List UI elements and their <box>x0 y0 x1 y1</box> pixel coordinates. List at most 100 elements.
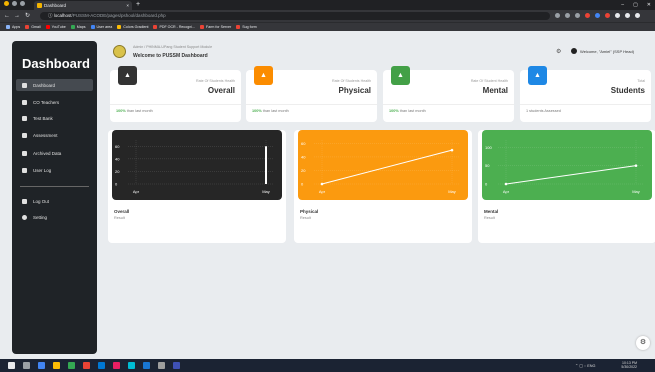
overall-chart: 0 20 40 60 Apr May <box>115 140 274 194</box>
bookmark-item[interactable]: YouTube <box>45 25 66 29</box>
sidebar-item-label: CO Teachers <box>33 99 60 105</box>
chart-bar <box>265 146 267 184</box>
chrome-icon[interactable] <box>83 362 90 369</box>
close-tab-icon[interactable]: × <box>126 1 129 10</box>
puzzle-icon[interactable] <box>615 13 620 18</box>
bookmark-item[interactable]: Apps <box>6 25 20 29</box>
chart-title: Physical <box>300 209 319 214</box>
sidebar-item-dashboard[interactable]: Dashboard <box>16 79 93 91</box>
sidebar-item-setting[interactable]: Setting <box>16 211 93 223</box>
bookmark-item[interactable]: User area <box>90 25 112 29</box>
url-path: /PUSSM-ACODE/pages/pshool/dashboard.php <box>71 13 166 18</box>
back-icon[interactable]: ← <box>4 12 10 20</box>
breadcrumb-home[interactable]: Admin <box>133 45 143 49</box>
new-tab-icon[interactable]: + <box>136 1 140 9</box>
sidebar-item-test-bank[interactable]: Test Bank <box>16 112 93 124</box>
refresh-icon[interactable] <box>20 1 25 6</box>
settings-gear-icon[interactable]: ⚙ <box>556 48 561 55</box>
sidebar-item-archived-data[interactable]: Archived Data <box>16 147 93 159</box>
address-bar-row: ← → ↻ ⓘ localhost/PUSSM-ACODE/pages/psho… <box>0 10 655 22</box>
sidebar-item-co-teachers[interactable]: CO Teachers <box>16 96 93 108</box>
y-tick-label: 40 <box>115 156 120 161</box>
top-navbar: Admin / PHINMA-UPang Student Support Mod… <box>108 41 653 63</box>
browser-menu-icon[interactable] <box>4 1 9 6</box>
chart-subtitle: Result <box>300 216 311 220</box>
windows-start-icon[interactable] <box>8 362 15 369</box>
app-icon[interactable] <box>158 362 165 369</box>
share-icon[interactable] <box>555 13 560 18</box>
stat-footer-text: 1 students Assessed <box>526 109 561 113</box>
close-window-icon[interactable]: ✕ <box>647 0 651 10</box>
app-icon[interactable] <box>143 362 150 369</box>
stat-footer: 1 students Assessed <box>526 109 561 113</box>
reload-icon[interactable]: ↻ <box>25 12 30 20</box>
search-icon[interactable] <box>23 362 30 369</box>
browser-tab[interactable]: Dashboard × <box>34 1 132 10</box>
browser-tab-bar: Dashboard × + – ▢ ✕ <box>0 0 655 10</box>
bookmark-label: Gmail <box>31 25 41 29</box>
app-icon[interactable] <box>113 362 120 369</box>
extension-red2-icon[interactable] <box>605 13 610 18</box>
app-icon[interactable] <box>68 362 75 369</box>
bookmark-item[interactable]: Farm for Server <box>200 25 231 29</box>
kebab-menu-icon[interactable] <box>635 13 640 18</box>
user-icon <box>22 167 27 173</box>
maximize-icon[interactable]: ▢ <box>633 0 638 10</box>
stat-footer: 100% than last month <box>252 109 289 113</box>
divider <box>383 104 514 105</box>
person-icon: ▲ <box>391 66 410 85</box>
bookmark-item[interactable]: Maps <box>70 25 86 29</box>
minimize-icon[interactable]: – <box>621 0 624 10</box>
sidebar-item-user-log[interactable]: User Log <box>16 164 93 176</box>
bookmark-item[interactable]: PDF OCR - Recogni... <box>153 25 195 29</box>
physical-chart: 0 20 40 60 Apr May <box>301 140 460 194</box>
forward-icon[interactable]: → <box>14 12 20 20</box>
zoom-icon[interactable] <box>565 13 570 18</box>
tab-favicon-icon <box>37 3 42 8</box>
person-icon: ▲ <box>528 66 547 85</box>
window-controls <box>4 1 25 6</box>
x-tick-label: May <box>632 189 640 194</box>
extension-red-icon[interactable] <box>585 13 590 18</box>
file-explorer-icon[interactable] <box>53 362 60 369</box>
stat-percent: 100% <box>116 109 126 113</box>
star-icon[interactable] <box>575 13 580 18</box>
bookmark-item[interactable]: Colors Gradient <box>117 25 148 29</box>
person-icon: ▲ <box>118 66 137 85</box>
chart-point <box>450 148 454 152</box>
stat-footer-text: than last month <box>399 109 426 113</box>
stat-label: Rate Of Student Health <box>470 79 508 83</box>
system-tray-icons[interactable]: ⌃ ▢ ◌ ENG <box>575 363 595 368</box>
chart-series-line <box>321 149 453 185</box>
app-icon[interactable] <box>173 362 180 369</box>
stat-card-overall: ▲ Rate Of Students Health Overall 100% t… <box>110 66 241 122</box>
user-menu[interactable]: Welcome, "Amiel" (SSP Head) <box>571 48 634 54</box>
stat-value: Physical <box>338 86 371 95</box>
sidebar-item-log-out[interactable]: Log Out <box>16 195 93 207</box>
settings-icon[interactable] <box>12 1 17 6</box>
app-icon[interactable] <box>128 362 135 369</box>
app-icon[interactable] <box>98 362 105 369</box>
url-input[interactable]: ⓘ localhost/PUSSM-ACODE/pages/pshool/das… <box>40 12 550 20</box>
mental-chart: 0 50 100 Apr May <box>485 140 644 194</box>
teachers-icon <box>22 99 27 105</box>
user-welcome: Welcome, "Amiel" (SSP Head) <box>580 48 635 54</box>
bookmark-label: Sug form <box>242 25 257 29</box>
floating-settings-button[interactable]: ⚙ <box>636 336 650 350</box>
app-icon[interactable] <box>38 362 45 369</box>
sidebar-brand[interactable]: Dashboard <box>22 56 90 71</box>
y-tick-label: 60 <box>301 141 306 146</box>
bookmark-favicon-icon <box>6 25 10 29</box>
chart-point <box>634 164 638 167</box>
extension-blue-icon[interactable] <box>595 13 600 18</box>
clock[interactable]: 10:13 PM 5/30/2022 <box>621 361 637 369</box>
y-tick-label: 50 <box>485 163 490 168</box>
bookmark-item[interactable]: Sug form <box>236 25 257 29</box>
sidebar-item-assessment[interactable]: Assessment <box>16 129 93 141</box>
y-tick-label: 40 <box>301 154 306 159</box>
y-tick-label: 60 <box>115 144 120 149</box>
bookmark-item[interactable]: Gmail <box>25 25 41 29</box>
profile-icon[interactable] <box>625 13 630 18</box>
stat-card-physical: ▲ Rate Of Students Health Physical 100% … <box>246 66 377 122</box>
bookmark-favicon-icon <box>70 25 75 29</box>
